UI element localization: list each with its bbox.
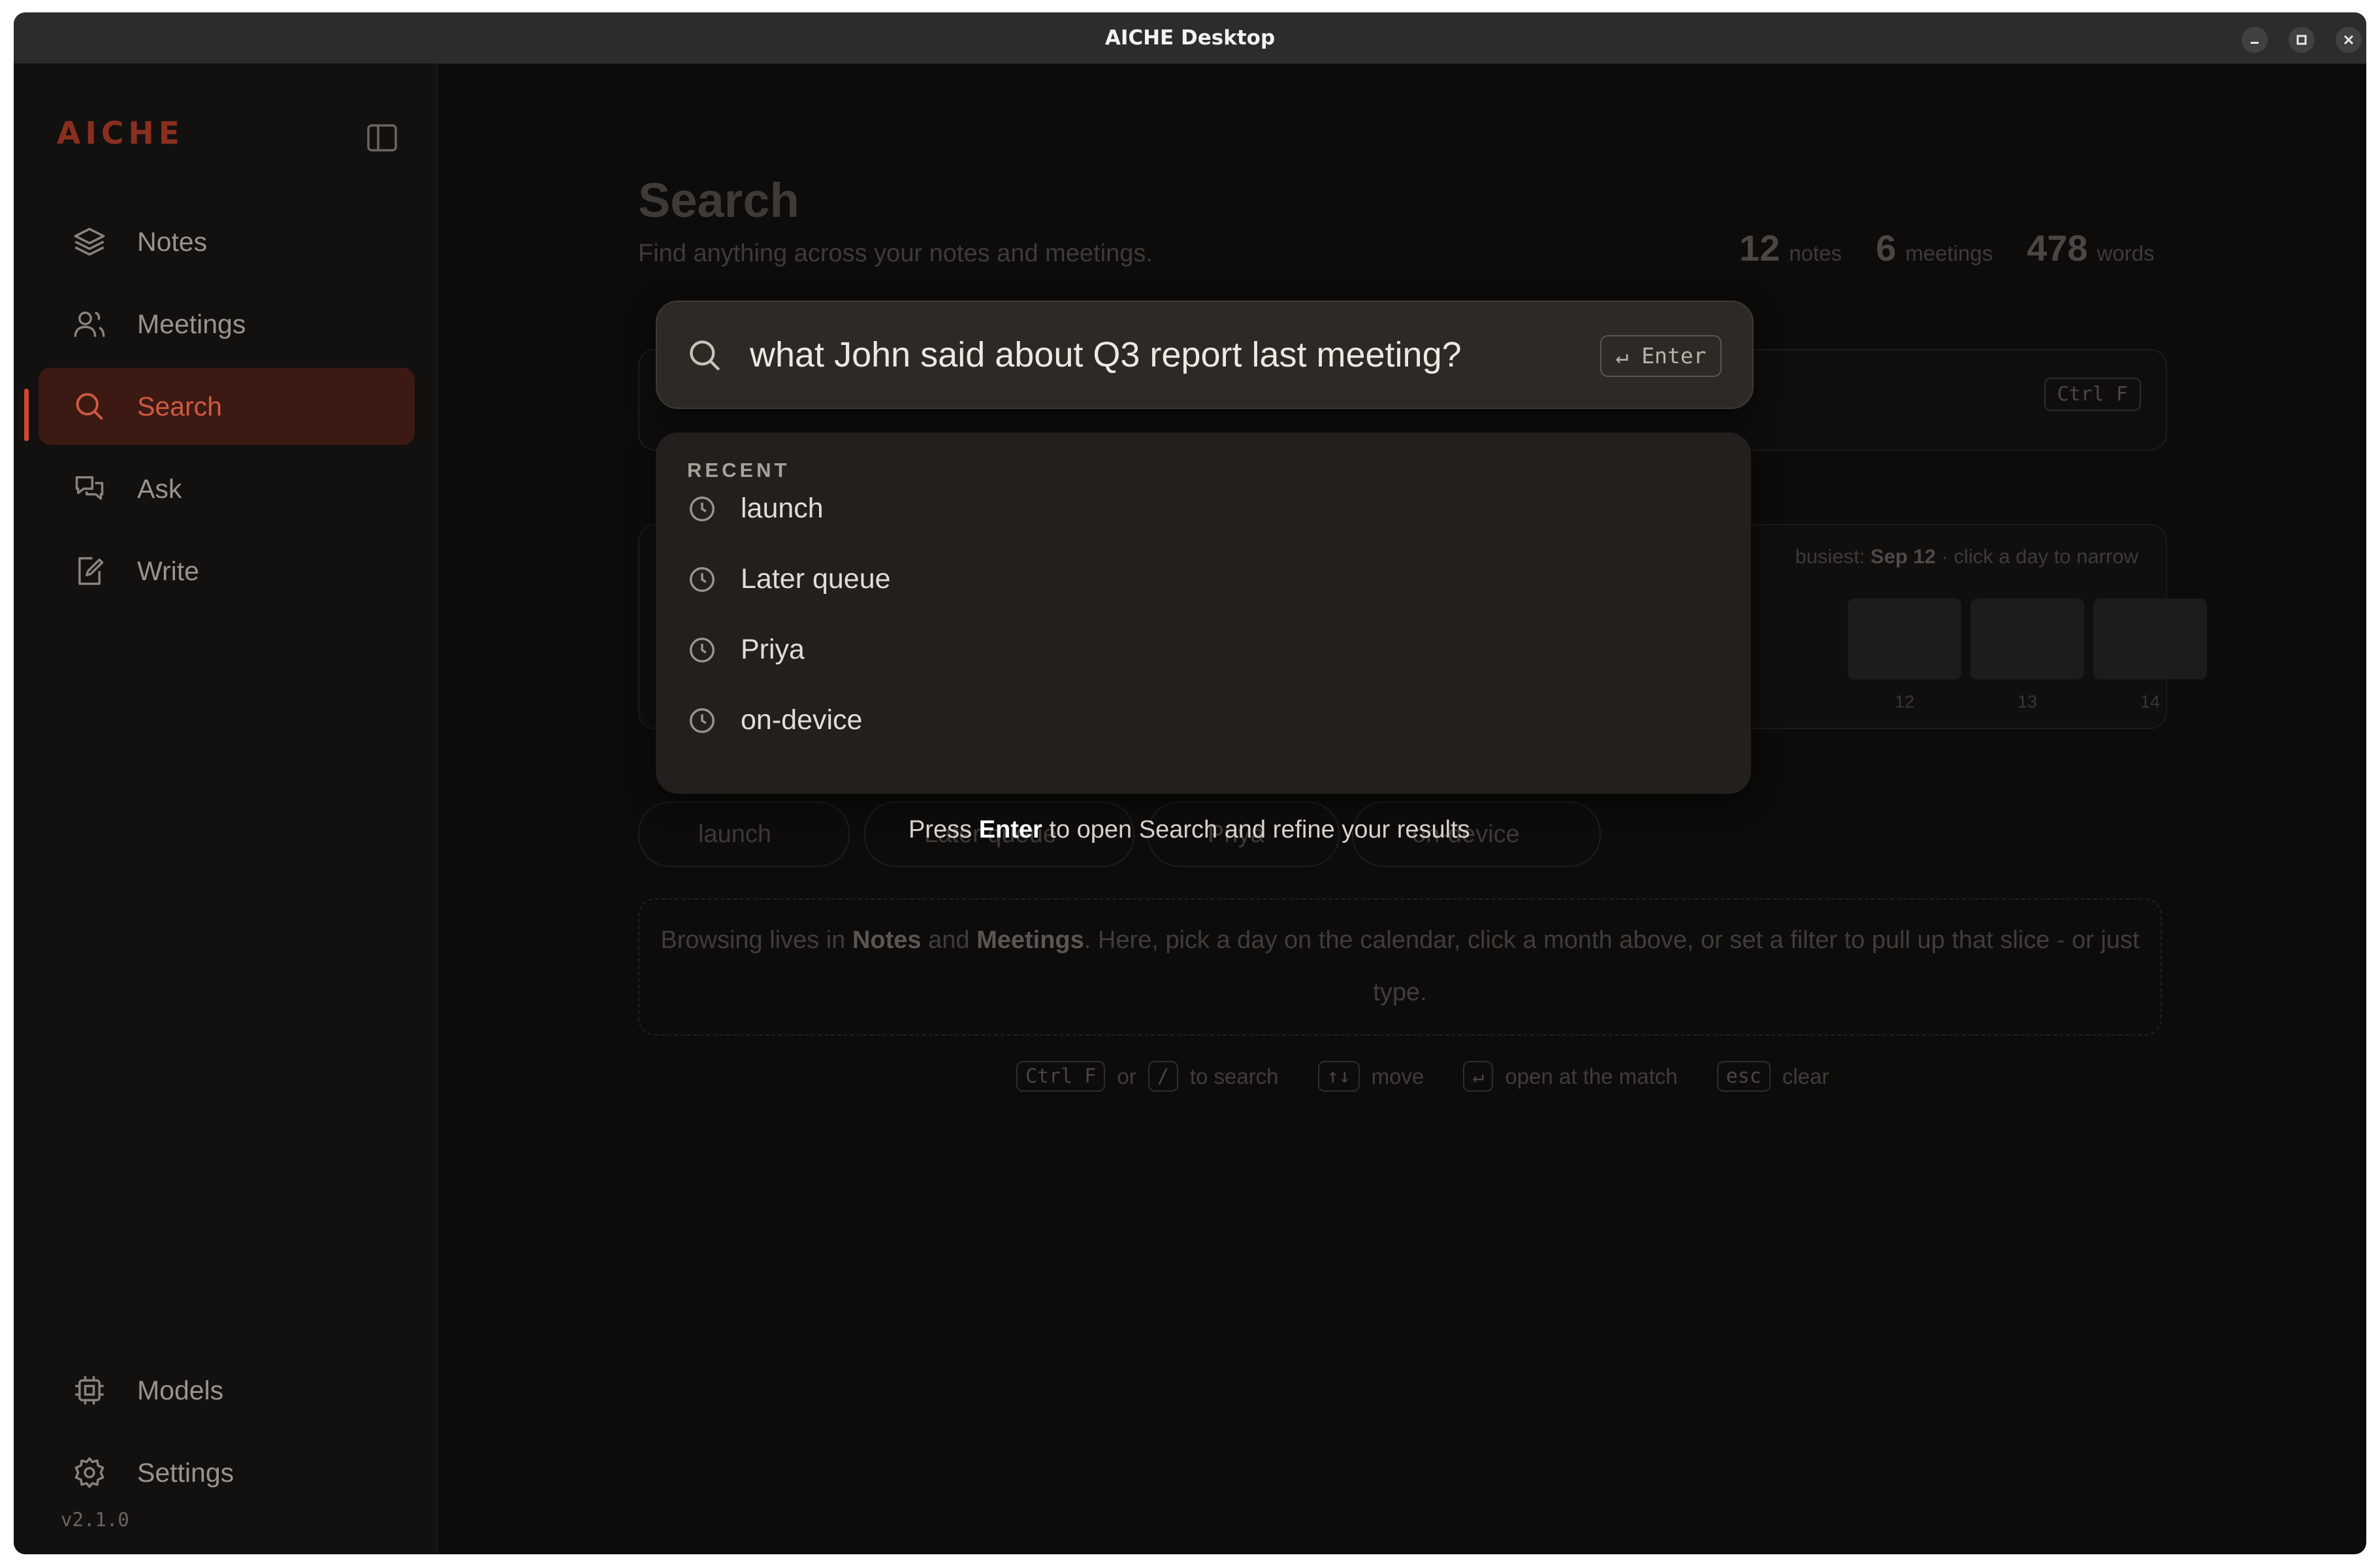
kbd-ctrl-f: Ctrl F <box>1016 1061 1106 1092</box>
busiest-label: busiest: <box>1795 545 1865 568</box>
sidebar-item-label: Notes <box>137 227 208 257</box>
recent-heading: RECENT <box>687 459 790 482</box>
press-prefix: Press <box>909 816 979 843</box>
calendar-day[interactable] <box>2093 598 2207 679</box>
info-text: Browsing lives in <box>660 926 852 954</box>
press-suffix: to open Search and refine your results <box>1042 816 1470 843</box>
users-icon <box>74 311 105 337</box>
sidebar-item-ask[interactable]: Ask <box>39 450 415 527</box>
sidebar-item-label: Ask <box>137 474 182 504</box>
chip-icon <box>75 1376 104 1405</box>
sidebar-toggle-icon[interactable] <box>366 122 398 154</box>
sidebar-item-settings[interactable]: Settings <box>39 1434 415 1511</box>
calendar-day[interactable] <box>1848 598 1961 679</box>
sidebar-item-label: Search <box>137 391 222 421</box>
notes-unit: notes <box>1789 241 1842 265</box>
sidebar-item-notes[interactable]: Notes <box>39 203 415 280</box>
calendar-day[interactable] <box>1970 598 2084 679</box>
recent-item-label: Later queue <box>741 563 891 595</box>
sidebar-item-label: Settings <box>137 1458 234 1488</box>
chip-label: launch <box>698 821 771 848</box>
maximize-button[interactable] <box>2289 27 2315 53</box>
hint-or: or <box>1117 1064 1136 1088</box>
sidebar-item-search[interactable]: Search <box>39 368 415 445</box>
clock-icon <box>690 708 715 733</box>
kbd-enter: ↵ <box>1463 1061 1494 1092</box>
maximize-icon <box>2296 35 2307 45</box>
stats-bar: 12 notes 6 meetings 478 words <box>1739 227 2155 269</box>
calendar-instruction: · click a day to narrow <box>1941 545 2139 568</box>
hint-open: open at the match <box>1505 1064 1678 1088</box>
search-icon <box>690 340 720 371</box>
sidebar-item-label: Meetings <box>137 309 246 339</box>
clock-icon <box>690 638 715 662</box>
chat-icon <box>75 476 104 500</box>
minimize-button[interactable] <box>2242 27 2268 53</box>
sidebar-item-meetings[interactable]: Meetings <box>39 286 415 363</box>
sidebar: AICHE Notes Meetings Search Ask Write Mo… <box>14 63 438 1554</box>
enter-key-hint[interactable]: ↵ Enter <box>1600 335 1722 377</box>
meetings-count: 6 <box>1876 227 1897 269</box>
busiest-day: Sep 12 <box>1870 545 1936 568</box>
recent-item-label: launch <box>741 493 824 524</box>
info-notes-link: Notes <box>852 926 922 954</box>
words-count: 478 <box>2027 227 2088 269</box>
press-enter-hint: Press Enter to open Search and refine yo… <box>909 816 1470 844</box>
command-search-bar[interactable]: what John said about Q3 report last meet… <box>656 301 1754 409</box>
page-title: Search <box>638 173 799 227</box>
filter-chip[interactable]: launch <box>638 802 850 867</box>
kbd-esc: esc <box>1716 1061 1771 1092</box>
info-text: and <box>921 926 977 954</box>
kbd-arrows: ↑↓ <box>1317 1061 1360 1092</box>
title-bar: AICHE Desktop <box>14 12 2366 64</box>
calendar-hint: busiest: Sep 12 · click a day to narrow <box>1795 545 2138 568</box>
shortcut-hint: Ctrl F <box>2044 378 2141 411</box>
recent-searches-dropdown: RECENT launch Later queue Priya on-devic… <box>656 433 1751 794</box>
sidebar-item-label: Write <box>137 556 199 586</box>
words-unit: words <box>2097 241 2155 265</box>
close-button[interactable] <box>2336 27 2362 53</box>
search-input[interactable]: what John said about Q3 report last meet… <box>750 302 1462 408</box>
clock-icon <box>690 497 715 521</box>
meetings-unit: meetings <box>1905 241 1993 265</box>
recent-item-label: on-device <box>741 704 863 736</box>
search-icon <box>76 393 103 420</box>
sidebar-item-write[interactable]: Write <box>39 532 415 610</box>
app-version: v2.1.0 <box>61 1509 129 1531</box>
calendar-day-label: 12 <box>1894 692 1915 711</box>
active-indicator <box>24 389 29 441</box>
calendar-day-label: 13 <box>2017 692 2038 711</box>
gear-icon <box>74 1457 105 1488</box>
sidebar-item-models[interactable]: Models <box>39 1352 415 1429</box>
keyboard-hints: Ctrl F or / to search ↑↓ move ↵ open at … <box>1016 1061 1829 1092</box>
hint-clear: clear <box>1782 1064 1829 1088</box>
app-window: AICHE Desktop AICHE Notes Meetings Searc… <box>14 12 2366 1554</box>
hint-move: move <box>1371 1064 1424 1088</box>
close-icon <box>2343 35 2354 45</box>
edit-icon <box>78 557 104 585</box>
recent-item-label: Priya <box>741 634 805 665</box>
notes-count: 12 <box>1739 227 1780 269</box>
press-key: Enter <box>978 816 1042 843</box>
clock-icon <box>690 567 715 592</box>
app-logo: AICHE <box>57 116 184 152</box>
page-subtitle: Find anything across your notes and meet… <box>638 240 1153 267</box>
info-text: . Here, pick a day on the calendar, clic… <box>1084 926 2140 1006</box>
layers-icon <box>74 227 105 256</box>
window-title: AICHE Desktop <box>1104 26 1276 50</box>
sidebar-item-label: Models <box>137 1375 224 1405</box>
calendar-day-label: 14 <box>2140 692 2161 711</box>
info-box: Browsing lives in Notes and Meetings. He… <box>638 898 2162 1036</box>
info-meetings-link: Meetings <box>976 926 1084 954</box>
hint-to-search: to search <box>1189 1064 1279 1088</box>
kbd-slash: / <box>1148 1061 1178 1092</box>
minimize-icon <box>2251 42 2259 44</box>
main-content: Search Find anything across your notes a… <box>438 63 2366 1554</box>
